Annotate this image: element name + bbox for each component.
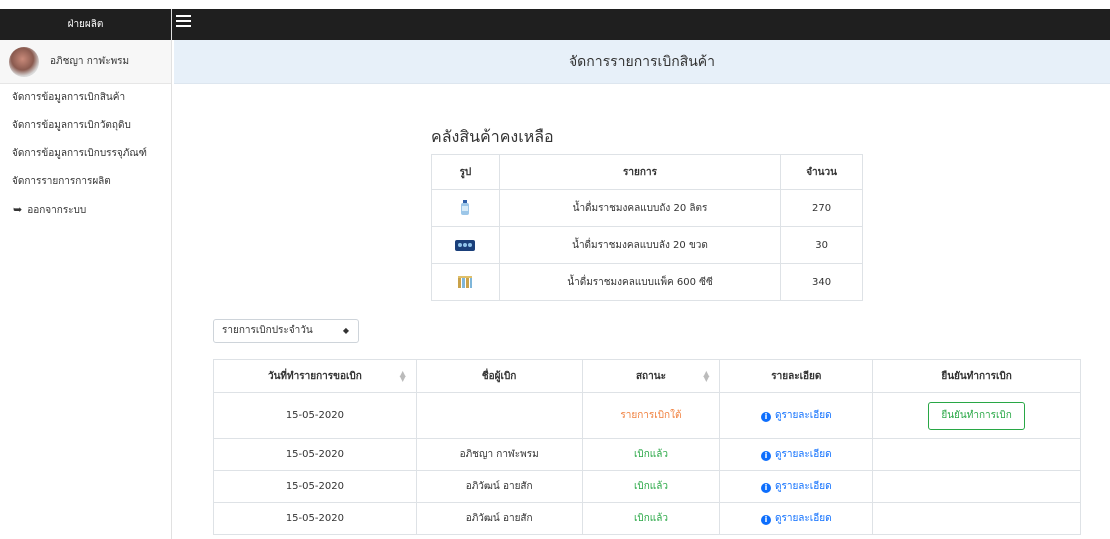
table-row: 15-05-2020 รายการเบิกใต้ i ดูรายละเอียด ย… (213, 392, 1081, 439)
top-gap (0, 0, 1110, 9)
info-icon: i (760, 515, 771, 525)
user-name: อภิชญา กาฬะพรม (50, 56, 130, 67)
confirm-withdraw-button[interactable]: ยืนยันทำการเบิก (928, 401, 1025, 430)
detail-link[interactable]: i ดูรายละเอียด (760, 513, 832, 525)
top-navbar (172, 9, 1110, 40)
table-row: 15-05-2020 อภิวัฒน์ อายสัก เบิกแล้ว i ดูร… (213, 470, 1081, 503)
name-cell: อภิชญา กาฬะพรม (415, 438, 583, 471)
confirm-cell (872, 470, 1081, 503)
status-badge: เบิกแล้ว (581, 502, 721, 535)
sidebar-item-product-withdraw[interactable]: จัดการข้อมูลการเบิกสินค้า (0, 84, 171, 112)
stock-header-row: รูป รายการ จำนวน (431, 154, 863, 190)
detail-label: ดูรายละเอียด (774, 410, 832, 421)
logout-label: ออกจากระบบ (27, 205, 87, 216)
avatar (9, 46, 39, 77)
stock-header-qty: จำนวน (780, 154, 863, 190)
sidebar: ฝ่ายผลิต อภิชญา กาฬะพรม จัดการข้อมูลการเ… (0, 9, 172, 539)
info-icon: i (760, 412, 771, 422)
stock-table: รูป รายการ จำนวน น้ำดื่มราชมงคลแบบถัง 20… (431, 154, 863, 301)
header-name-label: ชื่อผู้เบิก (481, 370, 517, 382)
sidebar-item-package-withdraw[interactable]: จัดการข้อมูลการเบิกบรรจุภัณฑ์ (0, 140, 171, 168)
stock-qty-cell: 270 (780, 189, 863, 227)
stock-qty-cell: 340 (780, 263, 863, 301)
detail-label: ดูรายละเอียด (774, 481, 832, 492)
filter-select-value: รายการเบิกประจำวัน (222, 325, 313, 336)
info-icon: i (760, 483, 771, 493)
stock-item-cell: น้ำดื่มราชมงคลแบบแพ็ค 600 ซีซี (498, 263, 782, 301)
stock-pic-cell (431, 226, 500, 264)
date-cell: 15-05-2020 (213, 470, 417, 503)
stock-title: คลังสินค้าคงเหลือ (431, 127, 554, 146)
name-cell: อภิวัฒน์ อายสัก (415, 470, 583, 503)
sidebar-header: ฝ่ายผลิต (0, 9, 171, 40)
header-status-label: สถานะ (635, 370, 666, 382)
menu-toggle-icon[interactable] (176, 15, 191, 28)
stock-pic-cell (431, 263, 500, 301)
sidebar-item-logout[interactable]: ➥ ออกจากระบบ (0, 196, 171, 224)
detail-cell: i ดูรายละเอียด (719, 392, 874, 439)
stock-row: น้ำดื่มราชมงคลแบบลัง 20 ขวด 30 (431, 226, 863, 264)
stock-header-pic: รูป (431, 154, 500, 190)
page-title: จัดการรายการเบิกสินค้า (174, 40, 1110, 84)
date-cell: 15-05-2020 (213, 502, 417, 535)
orders-header-row: วันที่ทำรายการขอเบิก ▲ ▼ ชื่อผู้เบิก สถานะ… (213, 359, 1081, 393)
detail-link[interactable]: i ดูรายละเอียด (760, 410, 832, 422)
header-name: ชื่อผู้เบิก (415, 359, 583, 393)
sidebar-item-production[interactable]: จัดการรายการการผลิต (0, 168, 171, 196)
info-icon: i (760, 451, 771, 461)
date-cell: 15-05-2020 (213, 438, 417, 471)
header-date[interactable]: วันที่ทำรายการขอเบิก ▲ ▼ (213, 359, 417, 393)
water-tank-icon (461, 200, 470, 215)
sort-icon[interactable]: ▲ ▼ (703, 370, 709, 383)
detail-link[interactable]: i ดูรายละเอียด (760, 449, 832, 461)
status-badge: รายการเบิกใต้ (581, 392, 721, 439)
stock-pic-cell (431, 189, 500, 227)
orders-table: วันที่ทำรายการขอเบิก ▲ ▼ ชื่อผู้เบิก สถานะ… (213, 359, 1081, 535)
date-cell: 15-05-2020 (213, 392, 417, 439)
bottle-pack-icon (458, 276, 473, 288)
name-cell (415, 392, 583, 439)
detail-label: ดูรายละเอียด (774, 513, 832, 524)
detail-cell: i ดูรายละเอียด (719, 438, 874, 471)
stock-row: น้ำดื่มราชมงคลแบบแพ็ค 600 ซีซี 340 (431, 263, 863, 301)
table-row: 15-05-2020 อภิวัฒน์ อายสัก เบิกแล้ว i ดูร… (213, 502, 1081, 535)
detail-cell: i ดูรายละเอียด (719, 502, 874, 535)
name-cell: อภิวัฒน์ อายสัก (415, 502, 583, 535)
sidebar-item-material-withdraw[interactable]: จัดการข้อมูลการเบิกวัตถุดิบ (0, 112, 171, 140)
stock-item-cell: น้ำดื่มราชมงคลแบบถัง 20 ลิตร (498, 189, 782, 227)
header-detail-label: รายละเอียด (771, 370, 822, 382)
stock-row: น้ำดื่มราชมงคลแบบถัง 20 ลิตร 270 (431, 189, 863, 227)
bottle-crate-icon (455, 239, 476, 251)
stock-qty-cell: 30 (780, 226, 863, 264)
stock-item-cell: น้ำดื่มราชมงคลแบบลัง 20 ขวด (498, 226, 782, 264)
confirm-cell: ยืนยันทำการเบิก (872, 392, 1081, 439)
header-confirm-label: ยืนยันทำการเบิก (941, 370, 1012, 382)
user-profile[interactable]: อภิชญา กาฬะพรม (0, 40, 171, 84)
sign-out-icon: ➥ (13, 203, 23, 216)
status-badge: เบิกแล้ว (581, 438, 721, 471)
header-status[interactable]: สถานะ ▲ ▼ (581, 359, 721, 393)
confirm-cell (872, 502, 1081, 535)
select-caret-icon: ◆ (342, 326, 349, 335)
header-confirm: ยืนยันทำการเบิก (872, 359, 1081, 393)
detail-cell: i ดูรายละเอียด (719, 470, 874, 503)
detail-label: ดูรายละเอียด (774, 449, 832, 460)
table-row: 15-05-2020 อภิชญา กาฬะพรม เบิกแล้ว i ดูรา… (213, 438, 1081, 471)
header-detail: รายละเอียด (719, 359, 874, 393)
stock-header-item: รายการ (498, 154, 782, 190)
confirm-cell (872, 438, 1081, 471)
status-badge: เบิกแล้ว (581, 470, 721, 503)
filter-select[interactable]: รายการเบิกประจำวัน ◆ (213, 319, 359, 343)
sort-icon[interactable]: ▲ ▼ (400, 370, 406, 383)
detail-link[interactable]: i ดูรายละเอียด (760, 481, 832, 493)
header-date-label: วันที่ทำรายการขอเบิก (267, 370, 362, 382)
